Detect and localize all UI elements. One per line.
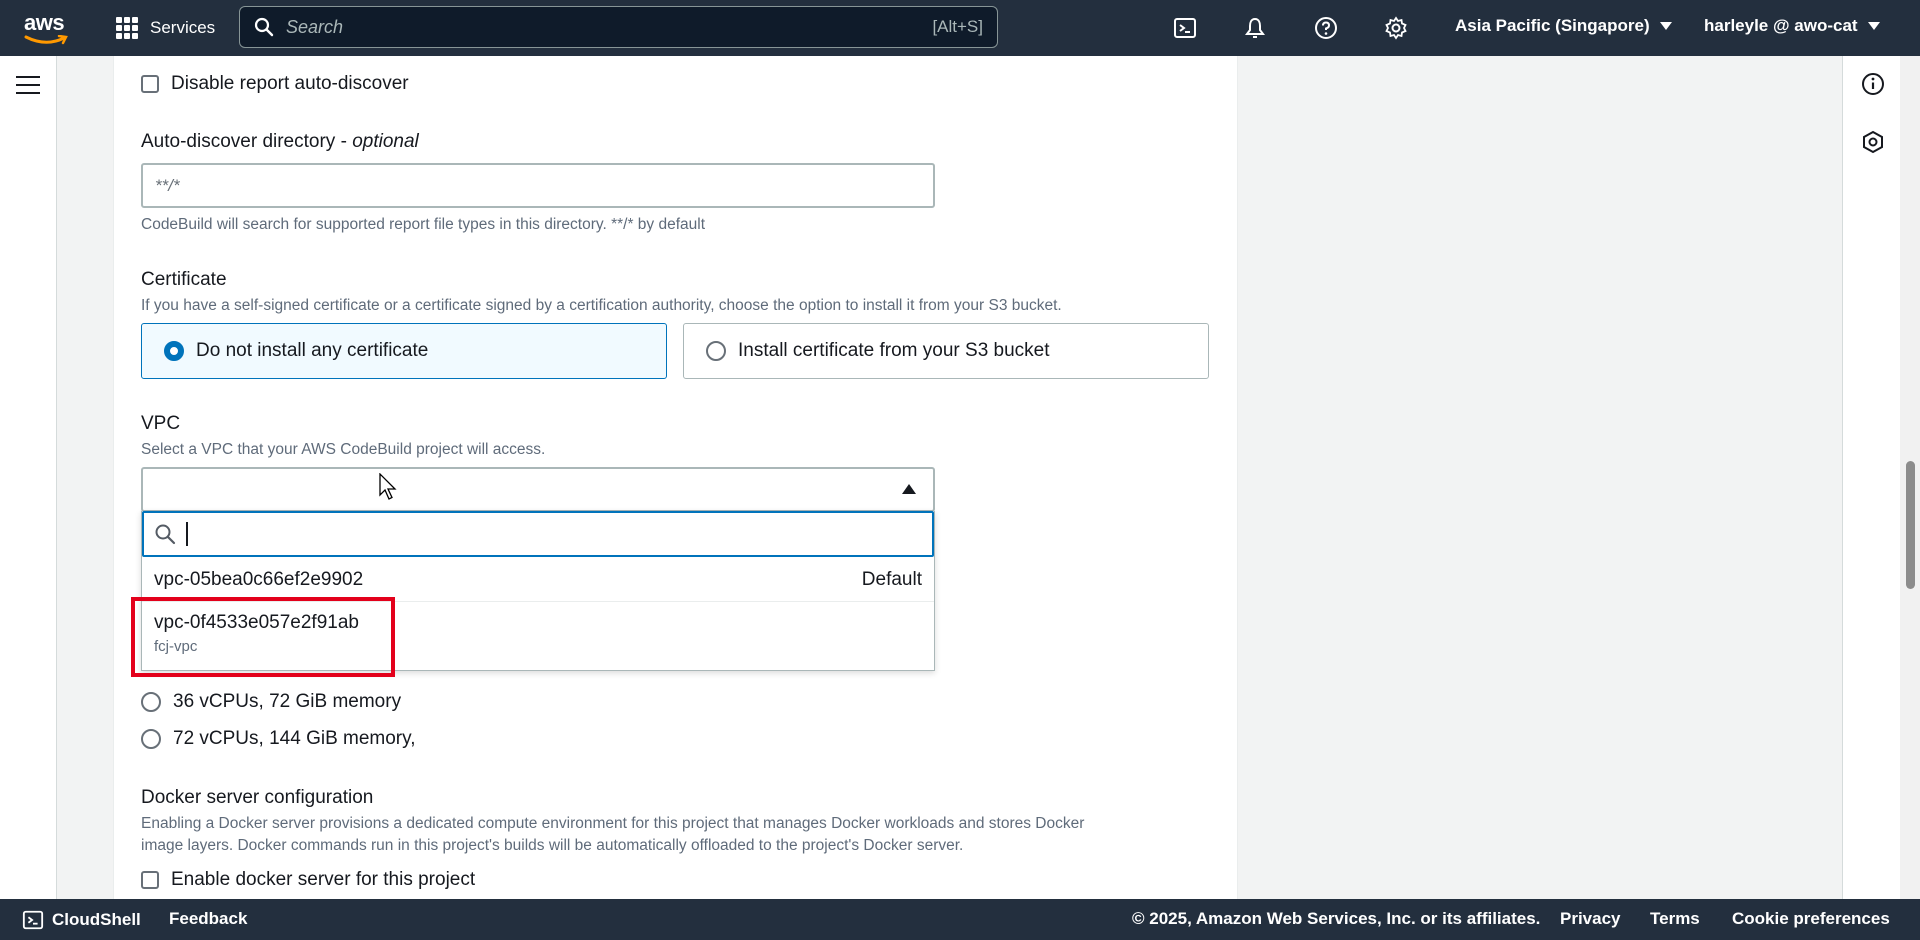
disable-autodiscover-label: Disable report auto-discover bbox=[171, 73, 409, 94]
copyright-text: © 2025, Amazon Web Services, Inc. or its… bbox=[1132, 909, 1541, 928]
top-navigation-bar: aws Services Search [Alt+S] Asia Pacific… bbox=[0, 0, 1920, 56]
vpc-option-tag: Default bbox=[861, 569, 922, 590]
optional-tag: optional bbox=[352, 131, 419, 152]
docker-description-line1: Enabling a Docker server provisions a de… bbox=[141, 815, 1085, 832]
radio-unselected-icon bbox=[141, 729, 161, 749]
side-navigation-strip bbox=[0, 56, 57, 899]
search-icon bbox=[254, 17, 274, 37]
autodiscover-dir-placeholder: **/* bbox=[155, 175, 180, 195]
certificate-option-none[interactable]: Do not install any certificate bbox=[141, 323, 667, 379]
caret-up-icon bbox=[902, 484, 916, 494]
help-icon[interactable] bbox=[1312, 14, 1340, 42]
caret-down-icon bbox=[1659, 22, 1672, 30]
enable-docker-label: Enable docker server for this project bbox=[171, 869, 476, 890]
vpc-option-id: vpc-05bea0c66ef2e9902 bbox=[154, 569, 364, 590]
disable-autodiscover-checkbox[interactable] bbox=[141, 75, 159, 93]
highlight-annotation-box bbox=[131, 597, 395, 677]
tools-panel bbox=[1842, 56, 1900, 899]
region-label: Asia Pacific (Singapore) bbox=[1455, 16, 1650, 35]
certificate-option-s3[interactable]: Install certificate from your S3 bucket bbox=[683, 323, 1209, 379]
vpc-select[interactable] bbox=[141, 467, 935, 512]
search-placeholder: Search bbox=[286, 16, 344, 37]
autodiscover-dir-help: CodeBuild will search for supported repo… bbox=[141, 216, 706, 233]
radio-unselected-icon bbox=[706, 341, 726, 361]
cookie-preferences-link[interactable]: Cookie preferences bbox=[1732, 909, 1890, 929]
page-scrollbar[interactable] bbox=[1900, 56, 1920, 899]
enable-docker-checkbox[interactable] bbox=[141, 871, 159, 889]
certificate-label: Certificate bbox=[141, 269, 227, 290]
terms-link[interactable]: Terms bbox=[1650, 909, 1700, 929]
caret-down-icon bbox=[1867, 22, 1880, 30]
vpc-option[interactable]: vpc-05bea0c66ef2e9902 Default bbox=[142, 557, 934, 602]
vpc-label: VPC bbox=[141, 413, 181, 434]
compute-option-row[interactable]: 72 vCPUs, 144 GiB memory, bbox=[141, 728, 416, 750]
cloudshell-icon bbox=[22, 910, 44, 930]
services-label: Services bbox=[150, 18, 216, 37]
scrollbar-thumb[interactable] bbox=[1906, 461, 1915, 589]
radio-unselected-icon bbox=[141, 692, 161, 712]
autodiscover-dir-label: Auto-discover directory - bbox=[141, 131, 353, 152]
cloudshell-footer-button[interactable]: CloudShell bbox=[22, 909, 141, 931]
settings-gear-icon[interactable] bbox=[1382, 14, 1410, 42]
vpc-description: Select a VPC that your AWS CodeBuild pro… bbox=[141, 441, 546, 458]
autodiscover-dir-input[interactable]: **/* bbox=[141, 163, 935, 208]
vpc-filter-input[interactable] bbox=[142, 511, 934, 557]
search-shortcut-hint: [Alt+S] bbox=[932, 17, 983, 36]
apps-grid-icon bbox=[116, 17, 138, 39]
disable-autodiscover-row[interactable]: Disable report auto-discover bbox=[141, 73, 409, 95]
menu-hamburger-icon[interactable] bbox=[16, 76, 40, 96]
footer-bar: CloudShell Feedback © 2025, Amazon Web S… bbox=[0, 899, 1920, 940]
autodiscover-dir-heading: Auto-discover directory - optional bbox=[141, 131, 419, 153]
account-label: harleyle @ awo-cat bbox=[1704, 16, 1858, 35]
docker-description-line2: image layers. Docker commands run in thi… bbox=[141, 837, 964, 854]
compute-option-label: 72 vCPUs, 144 GiB memory, bbox=[173, 728, 416, 749]
aws-logo[interactable]: aws bbox=[24, 10, 72, 45]
search-icon bbox=[155, 524, 176, 545]
compute-option-row[interactable]: 36 vCPUs, 72 GiB memory bbox=[141, 691, 401, 713]
radio-selected-icon bbox=[164, 341, 184, 361]
account-menu[interactable]: harleyle @ awo-cat bbox=[1704, 16, 1880, 36]
mouse-pointer-icon bbox=[379, 473, 397, 500]
notifications-bell-icon[interactable] bbox=[1241, 14, 1269, 42]
certificate-option-label: Do not install any certificate bbox=[196, 340, 429, 361]
docker-config-label: Docker server configuration bbox=[141, 787, 374, 808]
cloudshell-label: CloudShell bbox=[52, 910, 141, 929]
hexagon-feature-icon[interactable] bbox=[1861, 130, 1885, 154]
text-caret bbox=[186, 522, 188, 546]
region-selector[interactable]: Asia Pacific (Singapore) bbox=[1455, 16, 1672, 36]
search-input[interactable]: Search [Alt+S] bbox=[239, 6, 998, 48]
cloudshell-icon[interactable] bbox=[1171, 14, 1199, 42]
feedback-link[interactable]: Feedback bbox=[169, 909, 247, 929]
compute-option-label: 36 vCPUs, 72 GiB memory bbox=[173, 691, 402, 712]
services-menu-button[interactable]: Services bbox=[116, 14, 215, 42]
privacy-link[interactable]: Privacy bbox=[1560, 909, 1621, 929]
certificate-option-label: Install certificate from your S3 bucket bbox=[738, 340, 1050, 361]
aws-logo-text: aws bbox=[24, 10, 65, 35]
info-icon[interactable] bbox=[1861, 72, 1885, 96]
aws-smile-icon bbox=[24, 35, 68, 45]
certificate-description: If you have a self-signed certificate or… bbox=[141, 297, 1062, 314]
enable-docker-row[interactable]: Enable docker server for this project bbox=[141, 869, 475, 891]
